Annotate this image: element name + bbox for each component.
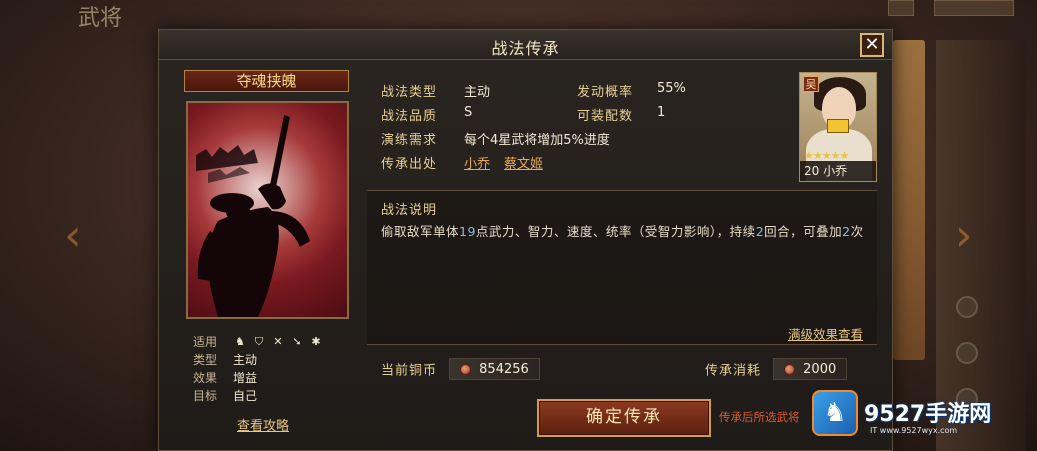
info-slots: 可装配数 1: [577, 105, 665, 124]
desc-highlight: 19: [459, 224, 476, 239]
hero-portrait[interactable]: 吴 ★★★★★ 20 小乔: [799, 72, 877, 182]
info-value: 55%: [657, 81, 686, 96]
inherit-hint: 传承后所选武将: [719, 410, 800, 424]
desc-part: 次: [850, 224, 864, 239]
confirm-inherit-button[interactable]: 确定传承: [537, 399, 711, 437]
horse-logo-icon: ♞: [812, 390, 858, 436]
desc-part: 点武力、智力、速度、统率（受智力影响），持续: [475, 224, 756, 239]
info-label: 战法品质: [381, 109, 438, 124]
background-title: 武将: [78, 6, 123, 31]
close-button[interactable]: ✕: [860, 33, 884, 57]
inherit-cost-label: 传承消耗: [705, 363, 762, 379]
watermark-url: IT www.9527wyx.com: [870, 426, 958, 435]
hero-link-xiaoqiao[interactable]: 小乔: [464, 157, 490, 172]
hero-link-caiwenji[interactable]: 蔡文姬: [504, 157, 543, 172]
info-label: 战法类型: [381, 85, 438, 100]
desc-part: 回合，可叠加: [764, 224, 843, 239]
dialog-title: 战法传承: [491, 39, 560, 58]
copper-label: 当前铜币: [381, 363, 438, 379]
next-arrow-icon[interactable]: ›: [955, 210, 973, 261]
siege-icon: ✱: [311, 335, 321, 348]
info-value: 主动: [464, 85, 491, 100]
source-heroes: 小乔 蔡文姬: [464, 153, 557, 172]
skill-art-image: [186, 101, 349, 319]
attr-value: 自己: [233, 389, 258, 403]
attr-row-target: 目标 自己: [193, 387, 328, 405]
guide-link[interactable]: 查看攻略: [237, 415, 289, 434]
info-source: 传承出处 小乔 蔡文姬: [381, 153, 543, 172]
watermark-brand: 9527手游网: [864, 402, 992, 427]
attr-label: 适用: [193, 335, 218, 349]
bow-icon: ✕: [273, 335, 283, 348]
attr-row-type: 类型 主动: [193, 351, 328, 369]
skill-attributes: 适用 ♞ ⛉ ✕ ➘ ✱ 类型 主动 效果 增益 目标 自己: [193, 333, 328, 405]
info-label: 传承出处: [381, 157, 438, 172]
attr-value: 主动: [233, 353, 258, 367]
info-value: 1: [657, 105, 666, 120]
attr-label: 类型: [193, 353, 218, 367]
info-value: 每个4星武将增加5%进度: [464, 133, 610, 148]
info-practice: 演练需求 每个4星武将增加5%进度: [381, 129, 610, 148]
attr-row-effect: 效果 增益: [193, 369, 328, 387]
info-rate: 发动概率 55%: [577, 81, 686, 100]
background-circle-icon: [956, 342, 978, 364]
shield-icon: ⛉: [254, 335, 264, 348]
background-top-tab: [934, 0, 1014, 16]
info-type: 战法类型 主动: [381, 81, 490, 100]
attr-label: 效果: [193, 371, 218, 385]
copper-coin-icon: [784, 363, 796, 375]
current-copper: 当前铜币 854256: [381, 358, 540, 380]
info-label: 发动概率: [577, 85, 634, 100]
skill-name: 夺魂挟魄: [184, 70, 349, 92]
copper-box: 854256: [449, 358, 540, 380]
prev-arrow-icon[interactable]: ‹: [64, 210, 82, 261]
attr-value: 增益: [233, 371, 258, 385]
faction-badge: 吴: [803, 76, 819, 92]
spear-icon: ➘: [292, 335, 302, 348]
desc-highlight: 2: [842, 224, 851, 239]
info-value: S: [464, 105, 473, 120]
site-watermark: ♞ 9527手游网 IT www.9527wyx.com: [812, 368, 1032, 448]
close-icon: ✕: [864, 34, 880, 55]
copper-value: 854256: [479, 361, 529, 377]
info-label: 可装配数: [577, 109, 634, 124]
desc-highlight: 2: [755, 224, 765, 239]
info-label: 演练需求: [381, 133, 438, 148]
description-panel: 战法说明 偷取敌军单体19点武力、智力、速度、统率（受智力影响），持续2回合，可…: [367, 190, 877, 345]
inherit-dialog: 战法传承 ✕ 夺魂挟魄 适用 ♞ ⛉ ✕ ➘ ✱ 类型 主动 效果 增益 目标 …: [158, 29, 893, 451]
full-effect-link[interactable]: 满级效果查看: [788, 324, 863, 343]
copper-coin-icon: [460, 363, 472, 375]
rank-badge-icon: [827, 119, 849, 133]
hero-level-name: 20 小乔: [800, 161, 876, 181]
attr-row-troop: 适用 ♞ ⛉ ✕ ➘ ✱: [193, 333, 328, 351]
background-circle-icon: [956, 296, 978, 318]
cavalry-icon: ♞: [235, 335, 245, 348]
attr-label: 目标: [193, 389, 218, 403]
info-quality: 战法品质 S: [381, 105, 472, 124]
description-title: 战法说明: [381, 203, 438, 218]
desc-part: 偷取敌军单体: [381, 224, 460, 239]
dialog-header: 战法传承 ✕: [159, 30, 892, 60]
description-text: 偷取敌军单体19点武力、智力、速度、统率（受智力影响），持续2回合，可叠加2次: [381, 221, 869, 242]
background-top-button: [888, 0, 914, 16]
background-side-tab: [893, 40, 925, 360]
